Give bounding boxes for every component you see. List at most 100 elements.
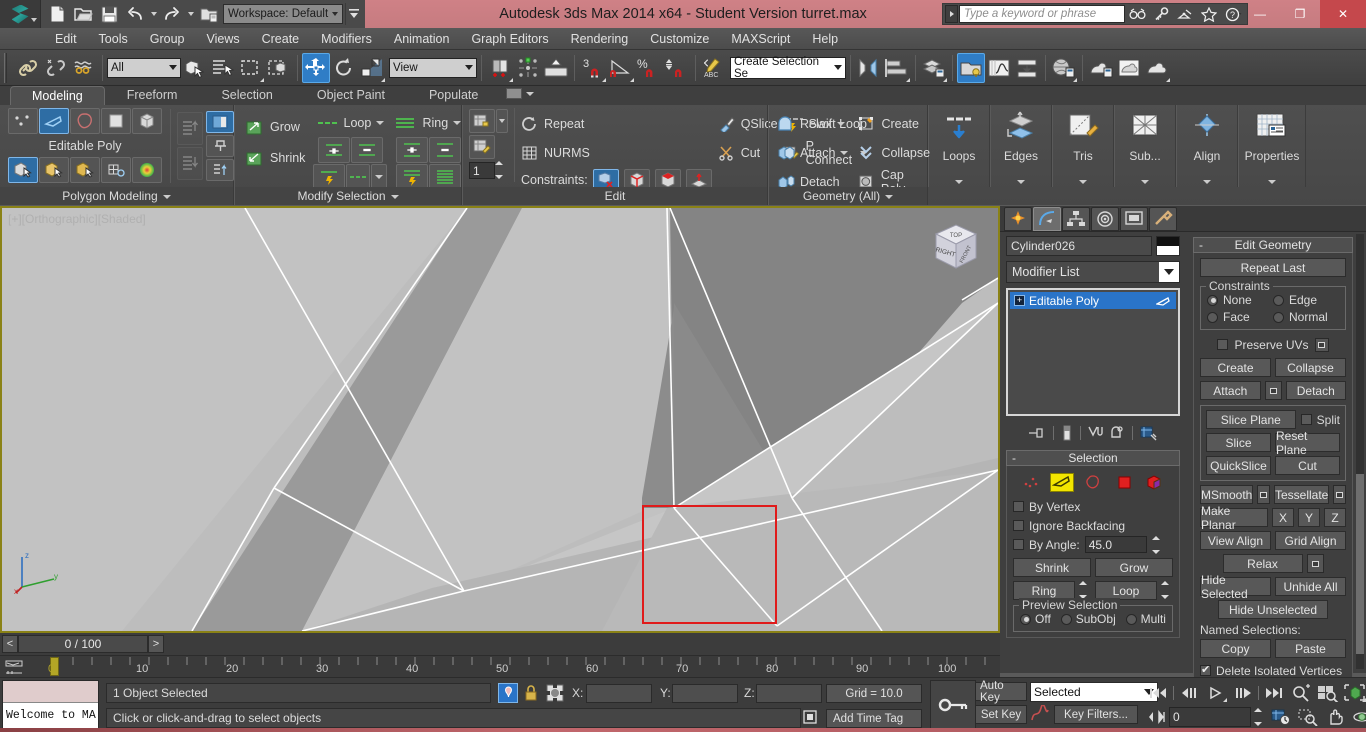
- edge-subobject-icon[interactable]: [39, 108, 69, 134]
- rendered-frame-window-icon[interactable]: [1115, 53, 1143, 83]
- set-key-filter-curve-icon[interactable]: [1030, 705, 1050, 723]
- preview-subobj-radio[interactable]: [1060, 613, 1072, 625]
- viewcube[interactable]: TOP RIGHT FRONT: [924, 220, 980, 278]
- select-and-rotate-icon[interactable]: [330, 53, 358, 83]
- layer-manager-icon[interactable]: [920, 53, 948, 83]
- chevron-down-icon[interactable]: [1079, 180, 1087, 184]
- by-angle-spinner[interactable]: [1151, 535, 1164, 554]
- loop-dropdown-button[interactable]: Loop: [317, 110, 385, 135]
- previous-frame-button[interactable]: <: [2, 635, 18, 653]
- rollout-collapse-icon[interactable]: -: [1012, 451, 1016, 465]
- select-and-scale-icon[interactable]: [358, 53, 386, 83]
- new-file-icon[interactable]: [45, 3, 69, 25]
- shrink-button[interactable]: Shrink: [1013, 558, 1091, 577]
- ribbon-tab-populate[interactable]: Populate: [407, 86, 500, 105]
- split-checkbox[interactable]: [1300, 414, 1312, 425]
- modify-tab-icon[interactable]: [1033, 206, 1061, 231]
- search-icon[interactable]: [1125, 4, 1149, 24]
- detach-button[interactable]: Detach: [1285, 381, 1346, 400]
- display-tab-icon[interactable]: [1120, 206, 1148, 231]
- grid-align-button[interactable]: Grid Align: [1275, 531, 1346, 550]
- toolbar-grip[interactable]: [4, 52, 11, 83]
- configure-modifier-sets-icon[interactable]: [1140, 425, 1158, 441]
- cut-button[interactable]: Cut: [1275, 456, 1340, 475]
- constraint-edge-radio[interactable]: [1273, 294, 1284, 306]
- add-time-tag-button[interactable]: Add Time Tag: [826, 709, 922, 728]
- preserve-uvs-row[interactable]: Preserve UVs: [1200, 335, 1346, 354]
- go-to-start-icon[interactable]: [1146, 682, 1170, 704]
- preview-off-radio[interactable]: [1020, 613, 1031, 625]
- expand-icon[interactable]: +: [1014, 295, 1025, 306]
- pan-icon[interactable]: [1323, 706, 1347, 728]
- modifier-list-dropdown[interactable]: Modifier List: [1006, 261, 1180, 283]
- modifier-stack[interactable]: + Editable Poly: [1006, 288, 1180, 416]
- menu-item-modifiers[interactable]: Modifiers: [310, 28, 383, 50]
- orbit-icon[interactable]: [1350, 706, 1366, 728]
- close-button[interactable]: ✕: [1320, 0, 1366, 28]
- constraint-none-option[interactable]: None: [1207, 293, 1273, 307]
- ribbon-button-align[interactable]: Align: [1176, 105, 1238, 187]
- ribbon-tab-modeling[interactable]: Modeling: [10, 86, 105, 105]
- by-angle-row[interactable]: By Angle: 45.0: [1013, 535, 1173, 554]
- menu-item-rendering[interactable]: Rendering: [560, 28, 640, 50]
- chevron-down-icon[interactable]: [1141, 180, 1149, 184]
- by-angle-field[interactable]: 45.0: [1084, 536, 1147, 553]
- zoom-region-icon[interactable]: [1296, 706, 1320, 728]
- application-menu-button[interactable]: [0, 0, 40, 28]
- schematic-view-icon[interactable]: [1013, 53, 1041, 83]
- time-tag-icon[interactable]: [802, 709, 819, 725]
- menu-item-maxscript[interactable]: MAXScript: [720, 28, 801, 50]
- go-to-end-icon[interactable]: [1262, 682, 1286, 704]
- slice-plane-button[interactable]: Slice Plane: [1206, 410, 1296, 429]
- selection-lock-toggle[interactable]: [498, 683, 518, 703]
- view-align-button[interactable]: View Align: [1200, 531, 1271, 550]
- material-editor-icon[interactable]: [1050, 53, 1078, 83]
- make-planar-y-button[interactable]: Y: [1298, 508, 1320, 527]
- scrollbar-thumb[interactable]: [1356, 474, 1364, 654]
- create-tab-icon[interactable]: [1004, 206, 1032, 231]
- ribbon-panel-title-modify-selection[interactable]: Modify Selection: [235, 187, 461, 205]
- generate-topology-icon[interactable]: [206, 158, 234, 181]
- relax-button[interactable]: Relax: [777, 111, 848, 136]
- render-production-icon[interactable]: [1143, 53, 1171, 83]
- by-vertex-checkbox[interactable]: [1013, 501, 1024, 512]
- constraint-none-radio[interactable]: [1207, 294, 1218, 306]
- selection-rollout-header[interactable]: - Selection: [1006, 450, 1180, 466]
- copy-button[interactable]: Copy: [1200, 639, 1271, 658]
- ribbon-button-properties[interactable]: Properties: [1238, 105, 1306, 187]
- render-setup-icon[interactable]: [1087, 53, 1115, 83]
- shrink-button[interactable]: Shrink: [245, 145, 305, 170]
- use-selection-center-icon[interactable]: [514, 53, 542, 83]
- hide-selected-button[interactable]: Hide Selected: [1200, 573, 1271, 601]
- infocenter-expand-icon[interactable]: [945, 5, 958, 23]
- selection-filter-dropdown[interactable]: All: [107, 57, 181, 78]
- object-name-field[interactable]: Cylinder026: [1006, 236, 1152, 256]
- rollout-collapse-icon[interactable]: -: [1199, 238, 1203, 252]
- constraint-face-option[interactable]: Face: [1207, 310, 1273, 324]
- menu-item-tools[interactable]: Tools: [88, 28, 139, 50]
- loop-shrink-icon[interactable]: [350, 137, 383, 163]
- edit-iteration-spinner[interactable]: [495, 161, 507, 179]
- menu-item-help[interactable]: Help: [801, 28, 849, 50]
- next-frame-icon[interactable]: [1231, 682, 1255, 704]
- unhide-all-button[interactable]: Unhide All: [1275, 577, 1346, 596]
- coord-x-field[interactable]: [586, 684, 652, 703]
- ribbon-tab-selection[interactable]: Selection: [199, 86, 294, 105]
- menu-item-customize[interactable]: Customize: [639, 28, 720, 50]
- create-button[interactable]: Create: [1200, 358, 1271, 377]
- collapse-button[interactable]: Collapse: [1275, 358, 1346, 377]
- hide-unselected-button[interactable]: Hide Unselected: [1218, 600, 1328, 619]
- chevron-down-icon[interactable]: [955, 180, 963, 184]
- qat-overflow-icon[interactable]: [345, 3, 361, 25]
- ring-spinner[interactable]: [1079, 581, 1091, 599]
- nurms-button[interactable]: NURMS: [521, 140, 712, 165]
- pin-stack-icon[interactable]: [206, 134, 234, 157]
- by-angle-checkbox[interactable]: [1013, 539, 1024, 550]
- slice-button[interactable]: Slice: [1206, 433, 1271, 452]
- named-selection-set-dropdown[interactable]: Create Selection Se: [730, 56, 846, 80]
- tessellate-button[interactable]: Tessellate: [1273, 485, 1330, 504]
- ribbon-button-loops[interactable]: Loops: [928, 105, 990, 187]
- select-by-name-icon[interactable]: [209, 53, 237, 83]
- zoom-extents-icon[interactable]: [1343, 682, 1366, 704]
- chevron-down-icon[interactable]: [1203, 180, 1211, 184]
